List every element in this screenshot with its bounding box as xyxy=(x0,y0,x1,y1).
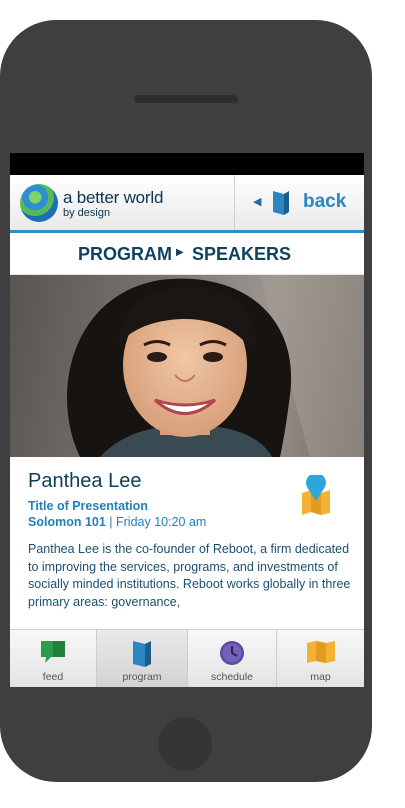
tab-feed-label: feed xyxy=(42,671,64,683)
breadcrumb-separator-icon: ▶ xyxy=(176,247,184,258)
speaker-info: Panthea Lee Title of Presentation Solomo… xyxy=(10,457,364,629)
breadcrumb-speakers: SPEAKERS xyxy=(192,244,292,264)
book-icon xyxy=(133,641,151,667)
map-pin-icon[interactable] xyxy=(300,475,332,515)
talk-title: Title of Presentation xyxy=(28,499,148,513)
session-room: Solomon 101 xyxy=(28,515,106,529)
speaker-bio: Panthea Lee is the co-founder of Reboot,… xyxy=(28,542,351,609)
tab-program-label: program xyxy=(122,671,162,683)
back-label: back xyxy=(303,191,347,212)
tab-feed[interactable]: feed xyxy=(10,630,96,687)
brand-title: a better world xyxy=(63,188,164,207)
tab-bar: feed program schedule map xyxy=(10,629,364,687)
session-details: Solomon 101 | Friday 10:20 am xyxy=(28,515,206,529)
map-icon xyxy=(306,641,335,663)
globe-logo-icon xyxy=(20,184,58,222)
book-icon xyxy=(273,191,289,215)
tab-schedule-label: schedule xyxy=(210,671,254,683)
breadcrumb: PROGRAM ▶ SPEAKERS xyxy=(10,233,364,275)
phone-frame: a better world by design ◀ back PROGRAM … xyxy=(0,20,372,782)
brand-subtitle: by design xyxy=(63,207,111,219)
caret-left-icon: ◀ xyxy=(253,196,262,208)
speech-bubble-icon xyxy=(41,641,65,663)
speaker-name: Panthea Lee xyxy=(28,470,142,492)
session-separator: | xyxy=(105,515,116,529)
tab-program[interactable]: program xyxy=(97,630,187,687)
tab-map-label: map xyxy=(310,671,331,683)
status-bar xyxy=(10,153,364,175)
clock-icon xyxy=(220,641,244,665)
breadcrumb-program[interactable]: PROGRAM xyxy=(78,244,172,265)
app-screen: a better world by design ◀ back PROGRAM … xyxy=(10,153,364,687)
tab-schedule[interactable]: schedule xyxy=(188,630,276,687)
session-time: Friday 10:20 am xyxy=(116,515,207,529)
home-button[interactable] xyxy=(158,717,212,771)
phone-speaker xyxy=(134,95,238,103)
app-header: a better world by design ◀ back xyxy=(10,175,364,233)
tab-map[interactable]: map xyxy=(277,630,364,687)
back-button[interactable]: ◀ back xyxy=(235,175,364,230)
speaker-photo xyxy=(10,275,364,457)
